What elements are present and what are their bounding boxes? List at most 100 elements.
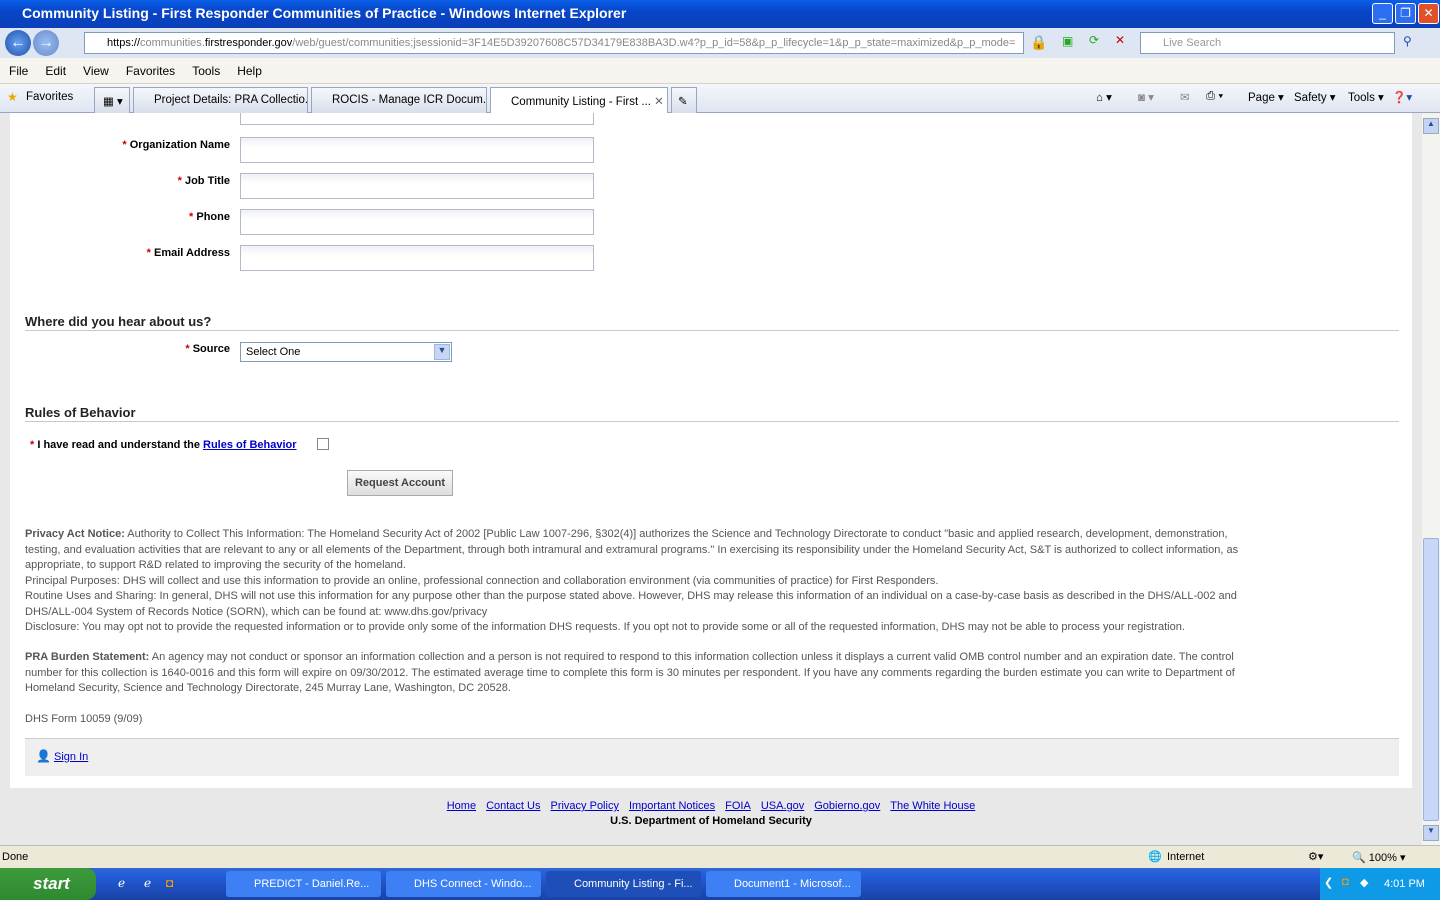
- footer-link-usagov[interactable]: USA.gov: [761, 800, 804, 812]
- phone-input[interactable]: [240, 209, 594, 235]
- help-icon[interactable]: ❓▾: [1392, 90, 1412, 104]
- menu-help[interactable]: Help: [228, 58, 270, 78]
- back-button[interactable]: ←: [5, 30, 31, 56]
- request-account-button[interactable]: Request Account: [347, 470, 453, 496]
- quick-tabs-button[interactable]: ▦ ▾: [94, 87, 130, 113]
- zone-label: Internet: [1167, 851, 1205, 863]
- clock: 4:01 PM: [1384, 878, 1425, 890]
- vertical-scrollbar[interactable]: ▲ ▼: [1422, 113, 1440, 845]
- page-content: * Organization Name * Job Title * Phone …: [0, 113, 1422, 845]
- hear-heading: Where did you hear about us?: [25, 314, 212, 329]
- menu-view[interactable]: View: [74, 58, 117, 78]
- search-icon[interactable]: ⚲: [1403, 34, 1412, 48]
- feeds-icon[interactable]: ◙ ▾: [1138, 90, 1154, 104]
- stop-icon[interactable]: ✕: [1115, 33, 1125, 47]
- footer: Home Contact Us Privacy Policy Important No…: [0, 800, 1422, 827]
- status-text: Done: [2, 851, 29, 863]
- window-title: Community Listing - First Responder Comm…: [22, 5, 627, 21]
- scroll-thumb[interactable]: [1423, 538, 1439, 821]
- system-tray: ❮ ◘ ◆ 4:01 PM: [1320, 868, 1440, 900]
- tray-network-icon[interactable]: ◆: [1360, 876, 1368, 889]
- compat-icon[interactable]: ▣: [1062, 34, 1073, 48]
- minimize-button[interactable]: _: [1372, 3, 1393, 24]
- sign-in-bar: 👤 Sign In: [25, 738, 1399, 776]
- org-name-input[interactable]: [240, 137, 594, 163]
- sign-in-link[interactable]: Sign In: [54, 751, 88, 763]
- refresh-icon[interactable]: ⟳: [1089, 33, 1099, 47]
- start-button[interactable]: start: [0, 868, 96, 900]
- email-input[interactable]: [240, 245, 594, 271]
- previous-field-input[interactable]: [240, 113, 594, 125]
- globe-icon: 🌐: [1148, 851, 1162, 863]
- pra-statement: PRA Burden Statement: An agency may not …: [25, 651, 1235, 694]
- page-menu[interactable]: Page ▾: [1248, 90, 1284, 104]
- menu-file[interactable]: File: [0, 58, 36, 78]
- footer-org: U.S. Department of Homeland Security: [610, 815, 812, 827]
- tab-rocis[interactable]: ROCIS - Manage ICR Docum...: [311, 87, 487, 113]
- org-name-label: * Organization Name: [122, 139, 230, 151]
- star-icon: ★: [7, 90, 18, 104]
- footer-link-whitehouse[interactable]: The White House: [890, 800, 975, 812]
- footer-link-notices[interactable]: Important Notices: [629, 800, 715, 812]
- menu-tools[interactable]: Tools: [183, 58, 228, 78]
- tools-menu[interactable]: Tools ▾: [1348, 90, 1384, 104]
- rules-checkbox[interactable]: [317, 438, 329, 450]
- close-button[interactable]: ✕: [1418, 3, 1439, 24]
- menu-bar: File Edit View Favorites Tools Help: [0, 58, 1440, 84]
- title-bar: Community Listing - First Responder Comm…: [0, 0, 1440, 28]
- lock-icon[interactable]: 🔒: [1030, 34, 1047, 51]
- search-input[interactable]: Live Search: [1140, 32, 1395, 54]
- tray-outlook-icon[interactable]: ◘: [1342, 876, 1349, 888]
- footer-link-foia[interactable]: FOIA: [725, 800, 751, 812]
- taskbar: start ℯ ℯ ◘ PREDICT - Daniel.Re... DHS C…: [0, 868, 1440, 900]
- divider: [25, 421, 1399, 422]
- quick-launch-browser-icon[interactable]: ℯ: [144, 876, 151, 890]
- divider: [25, 330, 1399, 331]
- task-predict[interactable]: PREDICT - Daniel.Re...: [226, 871, 381, 897]
- print-icon[interactable]: ⎙ ▾: [1206, 90, 1223, 103]
- user-icon: 👤: [36, 749, 51, 763]
- job-title-label: * Job Title: [177, 175, 230, 187]
- source-select[interactable]: Select One ▼: [240, 342, 452, 362]
- new-tab-button[interactable]: ✎: [671, 87, 697, 113]
- maximize-button[interactable]: ❐: [1395, 3, 1416, 24]
- footer-link-home[interactable]: Home: [447, 800, 476, 812]
- phone-label: * Phone: [189, 211, 230, 223]
- footer-links: Home Contact Us Privacy Policy Important No…: [0, 800, 1422, 812]
- tab-project-details[interactable]: Project Details: PRA Collectio...: [133, 87, 308, 113]
- mail-icon[interactable]: ✉: [1180, 90, 1190, 104]
- tray-expand-icon[interactable]: ❮: [1324, 876, 1333, 889]
- forward-button[interactable]: →: [33, 30, 59, 56]
- tab-community-listing[interactable]: Community Listing - First ... ✕: [490, 87, 668, 113]
- home-icon[interactable]: ⌂ ▾: [1096, 90, 1112, 104]
- job-title-input[interactable]: [240, 173, 594, 199]
- quick-launch-outlook-icon[interactable]: ◘: [166, 876, 173, 890]
- tab-bar: ★ Favorites ▦ ▾ Project Details: PRA Col…: [0, 84, 1440, 113]
- chevron-down-icon[interactable]: ▼: [434, 344, 450, 360]
- footer-link-privacy[interactable]: Privacy Policy: [550, 800, 618, 812]
- protected-mode-icon[interactable]: ⚙▾: [1308, 850, 1323, 863]
- zoom-control[interactable]: 🔍 100% ▾: [1352, 851, 1405, 864]
- quick-launch-ie-icon[interactable]: ℯ: [118, 876, 125, 890]
- privacy-notice: Privacy Act Notice: Authority to Collect…: [25, 528, 1239, 633]
- address-input[interactable]: https://communities.firstresponder.gov/w…: [84, 32, 1024, 54]
- rules-statement: * I have read and understand the Rules o…: [30, 439, 297, 451]
- email-label: * Email Address: [146, 247, 230, 259]
- close-tab-icon[interactable]: ✕: [654, 96, 664, 108]
- rules-heading: Rules of Behavior: [25, 405, 136, 420]
- scroll-up-button[interactable]: ▲: [1423, 118, 1439, 134]
- menu-edit[interactable]: Edit: [36, 58, 74, 78]
- rules-of-behavior-link[interactable]: Rules of Behavior: [203, 439, 297, 451]
- footer-link-gobierno[interactable]: Gobierno.gov: [814, 800, 880, 812]
- task-dhs-connect[interactable]: DHS Connect - Windo...: [386, 871, 541, 897]
- menu-favorites[interactable]: Favorites: [117, 58, 183, 78]
- footer-link-contact[interactable]: Contact Us: [486, 800, 540, 812]
- status-bar: Done 🌐 Internet ⚙▾ 🔍 100% ▾: [0, 845, 1440, 868]
- address-toolbar: ← → https://communities.firstresponder.g…: [0, 28, 1440, 58]
- task-document1[interactable]: Document1 - Microsof...: [706, 871, 861, 897]
- source-label: * Source: [185, 343, 230, 355]
- task-community-listing[interactable]: Community Listing - Fi...: [546, 871, 701, 897]
- scroll-down-button[interactable]: ▼: [1423, 825, 1439, 841]
- favorites-button[interactable]: Favorites: [26, 91, 73, 103]
- safety-menu[interactable]: Safety ▾: [1294, 90, 1336, 104]
